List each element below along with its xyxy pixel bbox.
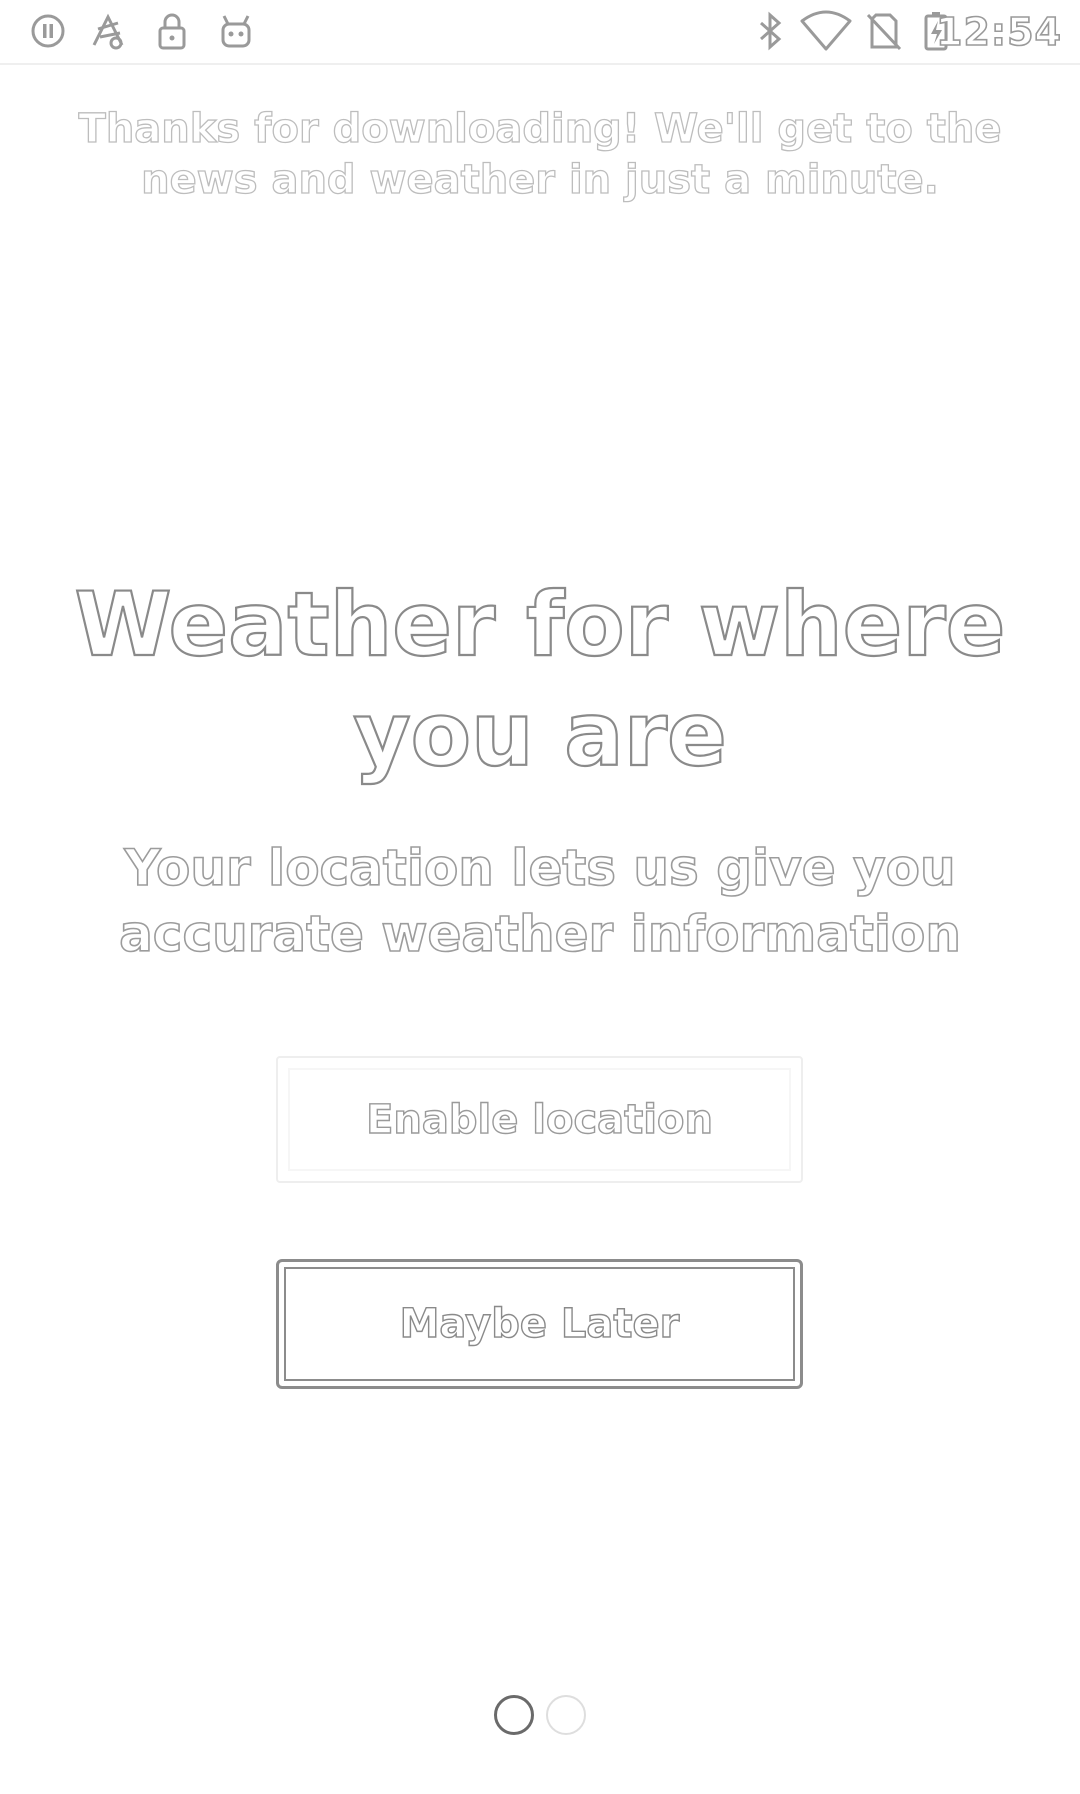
- enable-location-button[interactable]: Enable location: [276, 1056, 803, 1183]
- android-icon: [214, 9, 258, 53]
- enable-location-label: Enable location: [365, 1096, 713, 1143]
- lock-icon: [150, 9, 194, 53]
- wifi-icon: [800, 9, 852, 53]
- page-dot-2[interactable]: [546, 1695, 586, 1735]
- maybe-later-label: Maybe Later: [399, 1300, 680, 1347]
- sports-ball-icon: [86, 9, 130, 53]
- status-time: 12:54: [935, 9, 1062, 55]
- bluetooth-icon: [748, 9, 792, 53]
- page-dot-1[interactable]: [494, 1695, 534, 1735]
- status-bar: 12:54: [0, 0, 1080, 65]
- page-title: Weather for where you are: [73, 572, 1006, 787]
- intro-text: Thanks for downloading! We'll get to the…: [78, 105, 1002, 203]
- circle-pause-icon: [26, 9, 70, 53]
- maybe-later-button[interactable]: Maybe Later: [276, 1259, 803, 1389]
- page-indicator: [0, 1695, 1080, 1735]
- page-subtitle: Your location lets us give you accurate …: [118, 838, 961, 964]
- no-sim-icon: [862, 9, 906, 53]
